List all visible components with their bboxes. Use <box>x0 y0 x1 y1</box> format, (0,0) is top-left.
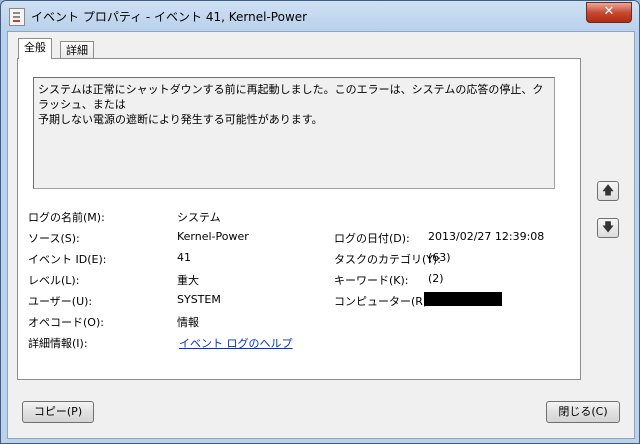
log-name-value: システム <box>177 211 221 224</box>
event-properties-window: イベント プロパティ - イベント 41, Kernel-Power ✕ 全般 … <box>0 0 640 444</box>
keywords-label: キーワード(K): <box>334 274 409 287</box>
title-bar[interactable]: イベント プロパティ - イベント 41, Kernel-Power ✕ <box>1 1 639 31</box>
logged-label: ログの日付(D): <box>334 232 410 245</box>
dialog-client-area: 全般 詳細 システムは正常にシャットダウンする前に再起動しました。このエラーは、… <box>7 31 635 439</box>
event-id-label: イベント ID(E): <box>28 253 107 266</box>
task-category-label: タスクのカテゴリ(Y): <box>334 253 442 266</box>
copy-button[interactable]: コピー(P) <box>22 401 94 423</box>
user-value: SYSTEM <box>177 293 221 306</box>
level-value: 重大 <box>177 274 199 287</box>
description-line-1: システムは正常にシャットダウンする前に再起動しました。このエラーは、システムの応… <box>38 83 544 111</box>
event-id-value: 41 <box>177 251 191 264</box>
task-category-value: (63) <box>428 251 451 264</box>
previous-event-button[interactable]: 🡅 <box>597 181 619 201</box>
logged-value: 2013/02/27 12:39:08 <box>428 230 545 243</box>
next-event-button[interactable]: 🡇 <box>597 218 619 238</box>
event-description-box[interactable]: システムは正常にシャットダウンする前に再起動しました。このエラーは、システムの応… <box>33 77 555 189</box>
computer-value-redacted <box>424 292 502 306</box>
log-name-label: ログの名前(M): <box>28 211 105 224</box>
user-label: ユーザー(U): <box>28 295 93 308</box>
general-tab-panel: システムは正常にシャットダウンする前に再起動しました。このエラーは、システムの応… <box>17 58 581 380</box>
opcode-value: 情報 <box>177 316 199 329</box>
arrow-down-icon: 🡇 <box>601 220 615 234</box>
more-info-label: 詳細情報(I): <box>28 337 88 350</box>
keywords-value: (2) <box>428 272 444 285</box>
close-window-button[interactable]: ✕ <box>586 2 632 23</box>
tab-general[interactable]: 全般 <box>18 38 52 59</box>
level-label: レベル(L): <box>28 274 80 287</box>
arrow-up-icon: 🡅 <box>601 183 615 197</box>
description-line-2: 予期しない電源の遮断により発生する可能性があります。 <box>38 113 323 126</box>
source-label: ソース(S): <box>28 232 80 245</box>
window-title: イベント プロパティ - イベント 41, Kernel-Power <box>31 10 308 24</box>
opcode-label: オペコード(O): <box>28 316 104 329</box>
source-value: Kernel-Power <box>177 230 249 243</box>
event-viewer-icon <box>9 8 25 26</box>
close-button[interactable]: 閉じる(C) <box>546 401 620 423</box>
event-log-help-link[interactable]: イベント ログのヘルプ <box>179 335 293 351</box>
computer-label: コンピューター(R): <box>334 295 431 308</box>
